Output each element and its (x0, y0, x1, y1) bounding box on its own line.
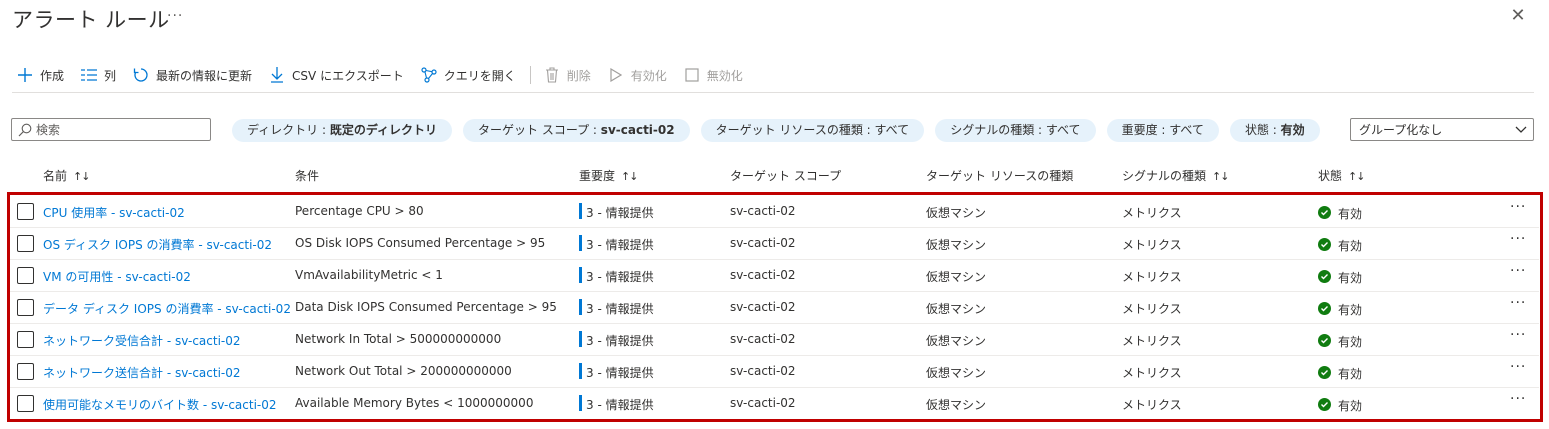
export-csv-button-label: CSV にエクスポート (292, 68, 404, 83)
filter-pills: ディレクトリ : 既定のディレクトリ ターゲット スコープ : sv-cacti… (232, 119, 1331, 142)
column-label: シグナルの種類 (1122, 169, 1207, 183)
trash-icon (543, 66, 561, 84)
sort-icon[interactable]: ↑↓ (621, 170, 638, 183)
filter-pill-target-scope[interactable]: ターゲット スコープ : sv-cacti-02 (463, 119, 690, 142)
filter-pill-signal-type[interactable]: シグナルの種類 : すべて (935, 119, 1096, 142)
column-label: 名前 (43, 169, 68, 183)
columns-button[interactable]: 列 (80, 64, 116, 86)
column-header-severity[interactable]: 重要度 ↑↓ (579, 167, 638, 184)
highlight-box (7, 192, 1543, 422)
enable-button[interactable]: 有効化 (607, 64, 667, 86)
query-icon (420, 66, 438, 84)
column-header-condition: 条件 (295, 167, 319, 184)
sort-icon[interactable]: ↑↓ (1212, 170, 1229, 183)
column-header-signal-type[interactable]: シグナルの種類 ↑↓ (1122, 167, 1229, 184)
refresh-icon (132, 66, 150, 84)
search-icon (18, 123, 32, 137)
disable-button[interactable]: 無効化 (683, 64, 743, 86)
toolbar-divider-line (12, 92, 1534, 93)
close-icon[interactable]: ✕ (1508, 6, 1528, 26)
more-options-icon[interactable]: ··· (167, 8, 183, 24)
pill-value: sv-cacti-02 (600, 123, 675, 137)
column-header-status[interactable]: 状態 ↑↓ (1318, 167, 1365, 184)
sort-icon[interactable]: ↑↓ (73, 170, 90, 183)
column-header-target-scope: ターゲット スコープ (730, 167, 841, 184)
pill-value: すべて (874, 123, 910, 137)
export-csv-button[interactable]: CSV にエクスポート (268, 64, 404, 86)
search-input[interactable] (36, 122, 196, 137)
table-header: 名前 ↑↓ 条件 重要度 ↑↓ ターゲット スコープ ターゲット リソースの種類 シ… (0, 167, 1549, 187)
column-label: 条件 (295, 169, 320, 183)
pill-label: 状態 : (1244, 123, 1281, 137)
create-button[interactable]: 作成 (16, 64, 64, 86)
refresh-button-label: 最新の情報に更新 (156, 68, 253, 83)
toolbar-divider (529, 66, 531, 84)
pill-label: ターゲット リソースの種類 : (715, 123, 875, 137)
refresh-button[interactable]: 最新の情報に更新 (132, 64, 252, 86)
group-by-dropdown[interactable]: グループ化なし (1350, 118, 1534, 141)
columns-button-label: 列 (104, 68, 117, 83)
sort-icon[interactable]: ↑↓ (1348, 170, 1365, 183)
column-label: 状態 (1318, 169, 1343, 183)
pill-label: シグナルの種類 : (950, 123, 1046, 137)
toolbar: 作成 列 最新の情報に更新 CSV にエクスポート クエリを開く 削除 有効化 … (16, 64, 759, 86)
chevron-down-icon (1515, 123, 1527, 137)
open-query-button-label: クエリを開く (443, 68, 516, 83)
page-title: アラート ルール (12, 8, 170, 32)
disable-button-label: 無効化 (706, 68, 743, 83)
pill-label: ターゲット スコープ : (478, 123, 601, 137)
group-by-value: グループ化なし (1359, 123, 1443, 137)
pill-value: すべて (1045, 123, 1081, 137)
column-label: 重要度 (579, 169, 616, 183)
create-button-label: 作成 (40, 68, 65, 83)
filter-pill-resource-type[interactable]: ターゲット リソースの種類 : すべて (700, 119, 925, 142)
download-icon (268, 66, 286, 84)
enable-button-label: 有効化 (630, 68, 667, 83)
pill-value: 既定のディレクトリ (329, 123, 438, 137)
pill-value: すべて (1169, 123, 1204, 137)
column-label: ターゲット リソースの種類 (926, 169, 1074, 183)
open-query-button[interactable]: クエリを開く (420, 64, 516, 86)
filter-pill-directory[interactable]: ディレクトリ : 既定のディレクトリ (232, 119, 453, 142)
play-icon (607, 66, 625, 84)
plus-icon (16, 66, 34, 84)
column-header-name[interactable]: 名前 ↑↓ (43, 167, 90, 184)
column-header-resource-type: ターゲット リソースの種類 (926, 167, 1073, 184)
search-box[interactable] (11, 118, 211, 141)
delete-button-label: 削除 (566, 68, 591, 83)
pill-label: 重要度 : (1121, 123, 1170, 137)
column-label: ターゲット スコープ (730, 169, 842, 183)
filter-pill-status[interactable]: 状態 : 有効 (1229, 119, 1320, 142)
list-icon (80, 66, 98, 84)
stop-icon (683, 66, 701, 84)
delete-button[interactable]: 削除 (543, 64, 591, 86)
pill-value: 有効 (1280, 123, 1305, 137)
filter-pill-severity[interactable]: 重要度 : すべて (1106, 119, 1219, 142)
pill-label: ディレクトリ : (247, 123, 330, 137)
